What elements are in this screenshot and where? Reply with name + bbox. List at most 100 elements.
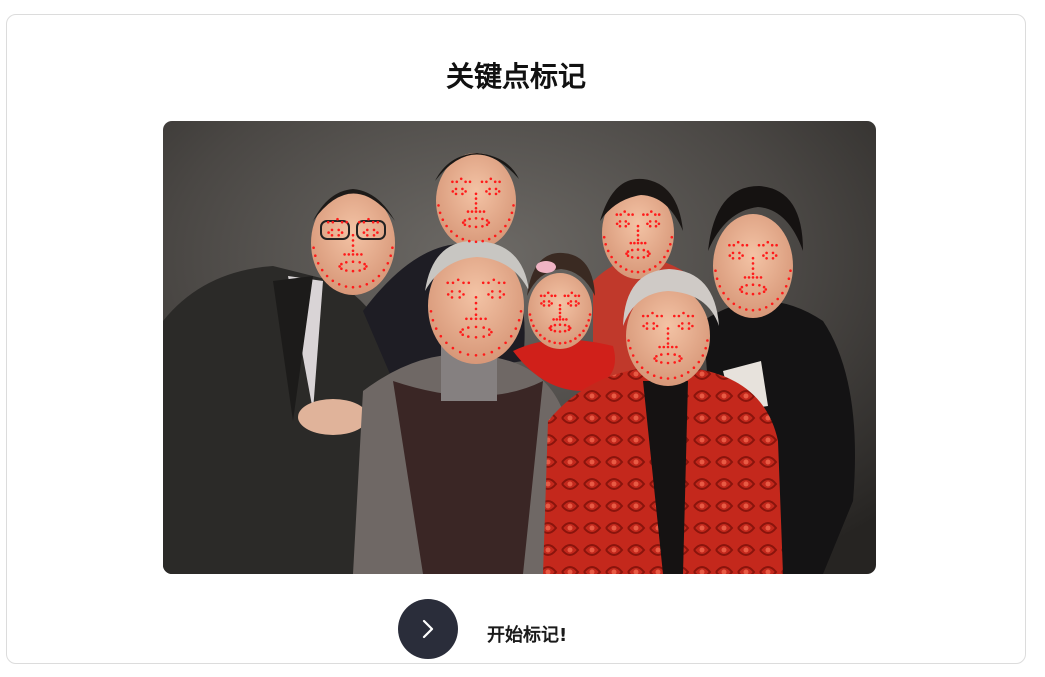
landmark-point — [454, 192, 458, 196]
landmark-point — [434, 327, 438, 330]
landmark-point — [681, 327, 684, 330]
landmark-point — [498, 180, 501, 184]
landmark-point — [675, 345, 678, 349]
landmark-point — [606, 249, 610, 253]
landmark-point — [567, 325, 571, 328]
landmark-point — [740, 290, 744, 293]
start-button[interactable] — [398, 599, 458, 659]
landmark-point — [561, 318, 565, 321]
landmark-point — [372, 234, 376, 237]
landmark-point — [465, 317, 468, 321]
landmark-point — [487, 221, 491, 224]
chevron-right-icon — [422, 619, 434, 639]
landmark-point — [567, 328, 571, 332]
landmark-point — [577, 294, 581, 298]
landmark-point — [657, 222, 661, 226]
landmark-point — [468, 217, 471, 221]
landmark-point — [704, 346, 707, 350]
landmark-point — [646, 222, 649, 226]
landmark-point — [482, 326, 486, 329]
landmark-point — [727, 297, 730, 301]
landmark-point — [345, 220, 348, 224]
landmark-point — [751, 292, 755, 296]
landmark-point — [474, 354, 478, 357]
landmark-point — [467, 281, 471, 285]
landmark-point — [340, 220, 344, 224]
landmark-point — [367, 217, 370, 221]
landmark-point — [687, 322, 691, 325]
landmark-point — [450, 290, 454, 293]
landmark-point — [587, 319, 590, 322]
landmark-point — [619, 265, 622, 268]
landmark-point — [574, 304, 578, 307]
landmark-point — [738, 288, 742, 291]
landmark-point — [569, 339, 572, 343]
landmark-point — [578, 333, 581, 337]
landmark-point — [474, 307, 478, 311]
landmark-point — [714, 269, 717, 272]
landmark-point — [775, 243, 778, 247]
landmark-point — [653, 357, 656, 360]
landmark-point — [340, 267, 343, 270]
landmark-point — [652, 374, 656, 377]
landmark-point — [337, 234, 340, 237]
landmark-point — [762, 290, 766, 293]
start-label[interactable]: 开始标记! — [487, 621, 567, 647]
landmark-point — [640, 241, 643, 245]
landmark-point — [481, 217, 484, 221]
landmark-point — [624, 220, 628, 223]
landmark-point — [467, 326, 470, 329]
landmark-point — [731, 257, 735, 260]
landmark-point — [549, 325, 553, 328]
landmark-point — [558, 311, 562, 315]
landmark-point — [539, 294, 543, 298]
landmark-point — [539, 333, 542, 337]
landmark-point — [351, 285, 355, 289]
landmark-point — [615, 213, 619, 216]
landmark-point — [461, 192, 464, 196]
landmark-point — [351, 253, 355, 256]
landmark-point — [718, 285, 722, 288]
landmark-point — [670, 235, 674, 239]
landmark-point — [474, 317, 478, 321]
landmark-point — [755, 276, 759, 279]
landmark-point — [337, 283, 341, 286]
landmark-point — [458, 296, 462, 299]
landmark-point — [474, 202, 478, 205]
landmark-point — [569, 304, 573, 307]
landmark-point — [574, 294, 577, 298]
landmark-point — [467, 335, 470, 338]
landmark-point — [745, 292, 748, 295]
landmark-point — [565, 318, 568, 321]
landmark-point — [563, 323, 567, 327]
landmark-point — [376, 220, 380, 224]
landmark-point — [751, 262, 755, 265]
landmark-point — [666, 249, 670, 253]
landmark-point — [491, 296, 494, 299]
landmark-point — [498, 290, 502, 293]
landmark-point — [347, 253, 351, 256]
landmark-point — [445, 341, 448, 345]
landmark-point — [654, 220, 658, 223]
landmark-point — [458, 350, 462, 354]
landmark-point — [666, 337, 670, 340]
landmark-point — [532, 324, 535, 328]
landmark-point — [728, 243, 731, 247]
landmark-point — [365, 265, 368, 268]
landmark-point — [574, 300, 578, 303]
landmark-point — [455, 180, 459, 184]
landmark-point — [386, 262, 390, 265]
landmark-point — [615, 222, 619, 226]
landmark-point — [648, 252, 651, 255]
landmark-point — [636, 248, 640, 251]
landmark-point — [655, 324, 659, 328]
landmark-point — [759, 276, 763, 279]
landmark-point — [503, 281, 506, 285]
landmark-point — [567, 294, 570, 298]
landmark-point — [474, 301, 478, 305]
landmark-point — [686, 314, 690, 318]
landmark-point — [741, 243, 744, 247]
landmark-point — [604, 243, 607, 246]
landmark-point — [670, 345, 674, 349]
landmark-point — [325, 274, 329, 278]
